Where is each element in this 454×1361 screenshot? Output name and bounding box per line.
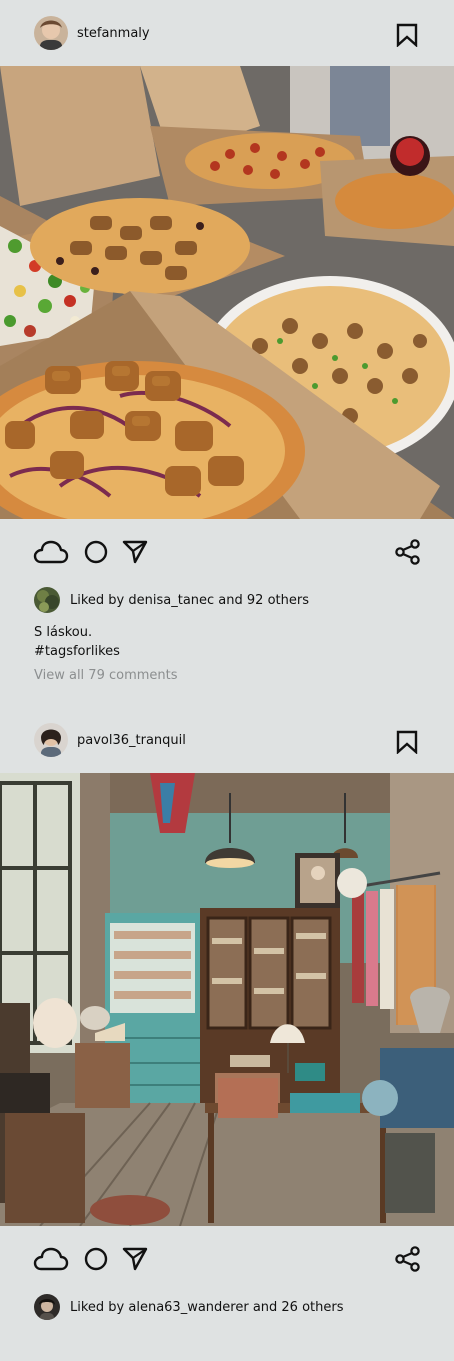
cloud-icon[interactable] xyxy=(33,539,69,569)
liker-avatar[interactable] xyxy=(34,587,60,613)
bookmark-icon[interactable] xyxy=(396,23,418,48)
share-icon[interactable] xyxy=(395,1246,421,1276)
caption: S láskou. #tagsforlikes xyxy=(0,615,454,661)
username[interactable]: stefanmaly xyxy=(77,26,150,41)
likes-row: Liked by denisa_tanec and 92 others xyxy=(0,585,454,615)
user-avatar[interactable] xyxy=(34,723,68,757)
hashtag-link[interactable]: #tagsforlikes xyxy=(34,642,420,661)
user-avatar[interactable] xyxy=(34,16,68,50)
circle-icon[interactable] xyxy=(83,1246,109,1276)
send-icon[interactable] xyxy=(122,1246,148,1276)
post-photo[interactable] xyxy=(0,773,454,1226)
post-actions xyxy=(0,519,454,585)
post-actions xyxy=(0,1226,454,1292)
likes-text[interactable]: Liked by denisa_tanec and 92 others xyxy=(70,593,309,608)
likes-row: Liked by alena63_wanderer and 26 others xyxy=(0,1292,454,1322)
likes-text[interactable]: Liked by alena63_wanderer and 26 others xyxy=(70,1300,344,1315)
post-header: pavol36_tranquil xyxy=(0,707,454,773)
username[interactable]: pavol36_tranquil xyxy=(77,733,186,748)
circle-icon[interactable] xyxy=(83,539,109,569)
send-icon[interactable] xyxy=(122,539,148,569)
cloud-icon[interactable] xyxy=(33,1246,69,1276)
post-2: pavol36_tranquil Liked by alena63_wander… xyxy=(0,707,454,1322)
liker-avatar[interactable] xyxy=(34,1294,60,1320)
bookmark-icon[interactable] xyxy=(396,730,418,755)
post-header: stefanmaly xyxy=(0,0,454,66)
post-1: stefanmaly Liked by denisa_tanec and 92 … xyxy=(0,0,454,683)
post-photo[interactable] xyxy=(0,66,454,519)
view-comments-link[interactable]: View all 79 comments xyxy=(0,661,454,683)
share-icon[interactable] xyxy=(395,539,421,569)
caption-text: S láskou. xyxy=(34,625,93,640)
